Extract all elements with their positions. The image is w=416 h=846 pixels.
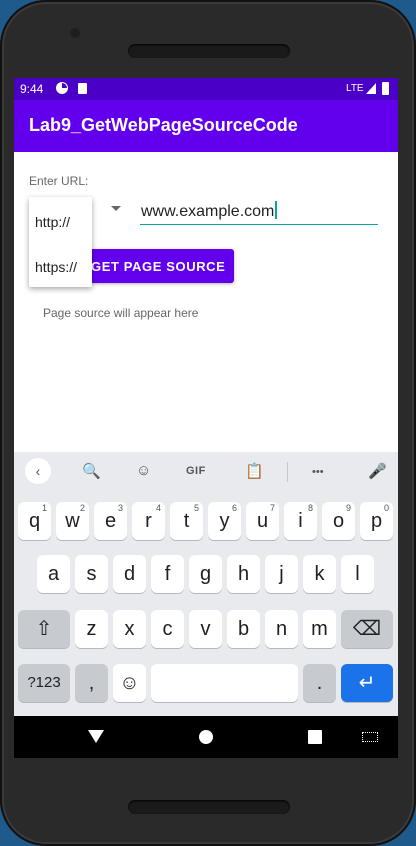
protocol-option-https[interactable]: https:// <box>35 259 77 275</box>
key-e[interactable]: e3 <box>94 502 127 540</box>
key-t[interactable]: t5 <box>170 502 203 540</box>
key-n[interactable]: n <box>265 610 298 648</box>
key-q[interactable]: q1 <box>18 502 51 540</box>
mic-icon[interactable]: 🎤 <box>368 462 387 480</box>
protocol-option-http[interactable]: http:// <box>35 214 70 230</box>
clipboard-icon[interactable]: 📋 <box>245 462 264 480</box>
key-x[interactable]: x <box>113 610 146 648</box>
keyboard-toolbar: ‹ 🔍 ☺ GIF 📋 ••• 🎤 <box>14 452 398 492</box>
nav-recents-icon[interactable] <box>308 730 322 744</box>
nav-home-icon[interactable] <box>199 730 213 744</box>
enter-key[interactable]: ↵ <box>341 664 393 702</box>
sd-card-icon <box>78 83 87 94</box>
space-bar[interactable] <box>151 664 298 702</box>
url-label: Enter URL: <box>29 174 89 188</box>
backspace-key[interactable]: ⌫ <box>341 610 393 648</box>
bottom-speaker <box>128 800 290 814</box>
page-source-text: Page source will appear here <box>43 306 199 320</box>
screen: 9:44 LTE Lab9_GetWebPageSourceCode Enter… <box>14 78 398 758</box>
key-a[interactable]: a <box>37 555 70 593</box>
key-u[interactable]: u7 <box>246 502 279 540</box>
key-c[interactable]: c <box>151 610 184 648</box>
comma-key[interactable]: , <box>75 664 108 702</box>
key-p[interactable]: p0 <box>360 502 393 540</box>
key-f[interactable]: f <box>151 555 184 593</box>
navigation-bar <box>14 716 398 758</box>
key-k[interactable]: k <box>303 555 336 593</box>
key-i[interactable]: i8 <box>284 502 317 540</box>
url-input[interactable]: www.example.com <box>140 198 378 225</box>
app-bar: Lab9_GetWebPageSourceCode <box>14 100 398 152</box>
key-d[interactable]: d <box>113 555 146 593</box>
symbols-key[interactable]: ?123 <box>18 664 70 702</box>
key-l[interactable]: l <box>341 555 374 593</box>
signal-icon <box>366 83 376 94</box>
key-b[interactable]: b <box>227 610 260 648</box>
soft-keyboard: ‹ 🔍 ☺ GIF 📋 ••• 🎤 q1 w2 e3 r4 t5 y6 u7 i… <box>14 452 398 716</box>
sticker-icon[interactable]: ☺ <box>136 462 151 479</box>
key-s[interactable]: s <box>75 555 108 593</box>
get-page-source-button[interactable]: GET PAGE SOURCE <box>84 249 234 283</box>
phone-frame: 9:44 LTE Lab9_GetWebPageSourceCode Enter… <box>0 0 416 846</box>
front-camera <box>70 28 80 38</box>
text-cursor <box>275 201 277 219</box>
period-key[interactable]: . <box>303 664 336 702</box>
key-o[interactable]: o9 <box>322 502 355 540</box>
status-time: 9:44 <box>20 82 44 96</box>
key-h[interactable]: h <box>227 555 260 593</box>
battery-icon <box>382 82 389 95</box>
key-r[interactable]: r4 <box>132 502 165 540</box>
protocol-dropdown-menu: http:// https:// <box>29 197 92 287</box>
gif-button[interactable]: GIF <box>186 465 206 477</box>
key-w[interactable]: w2 <box>56 502 89 540</box>
toolbar-divider <box>287 462 288 482</box>
key-m[interactable]: m <box>303 610 336 648</box>
network-type: LTE <box>346 83 364 94</box>
shift-key[interactable]: ⇧ <box>18 610 70 648</box>
top-speaker <box>128 44 290 58</box>
key-z[interactable]: z <box>75 610 108 648</box>
notification-icon <box>56 82 68 94</box>
key-g[interactable]: g <box>189 555 222 593</box>
dropdown-arrow-icon[interactable] <box>111 206 121 211</box>
keyboard-switch-icon[interactable] <box>362 732 378 742</box>
app-title: Lab9_GetWebPageSourceCode <box>29 115 298 135</box>
key-y[interactable]: y6 <box>208 502 241 540</box>
nav-back-icon[interactable] <box>88 730 104 743</box>
more-icon[interactable]: ••• <box>312 466 324 478</box>
url-input-value: www.example.com <box>141 203 275 220</box>
search-icon[interactable]: 🔍 <box>82 462 101 480</box>
key-v[interactable]: v <box>189 610 222 648</box>
emoji-key[interactable]: ☺ <box>113 664 146 702</box>
keyboard-back-icon[interactable]: ‹ <box>25 458 51 484</box>
status-bar: 9:44 LTE <box>14 78 398 100</box>
key-j[interactable]: j <box>265 555 298 593</box>
